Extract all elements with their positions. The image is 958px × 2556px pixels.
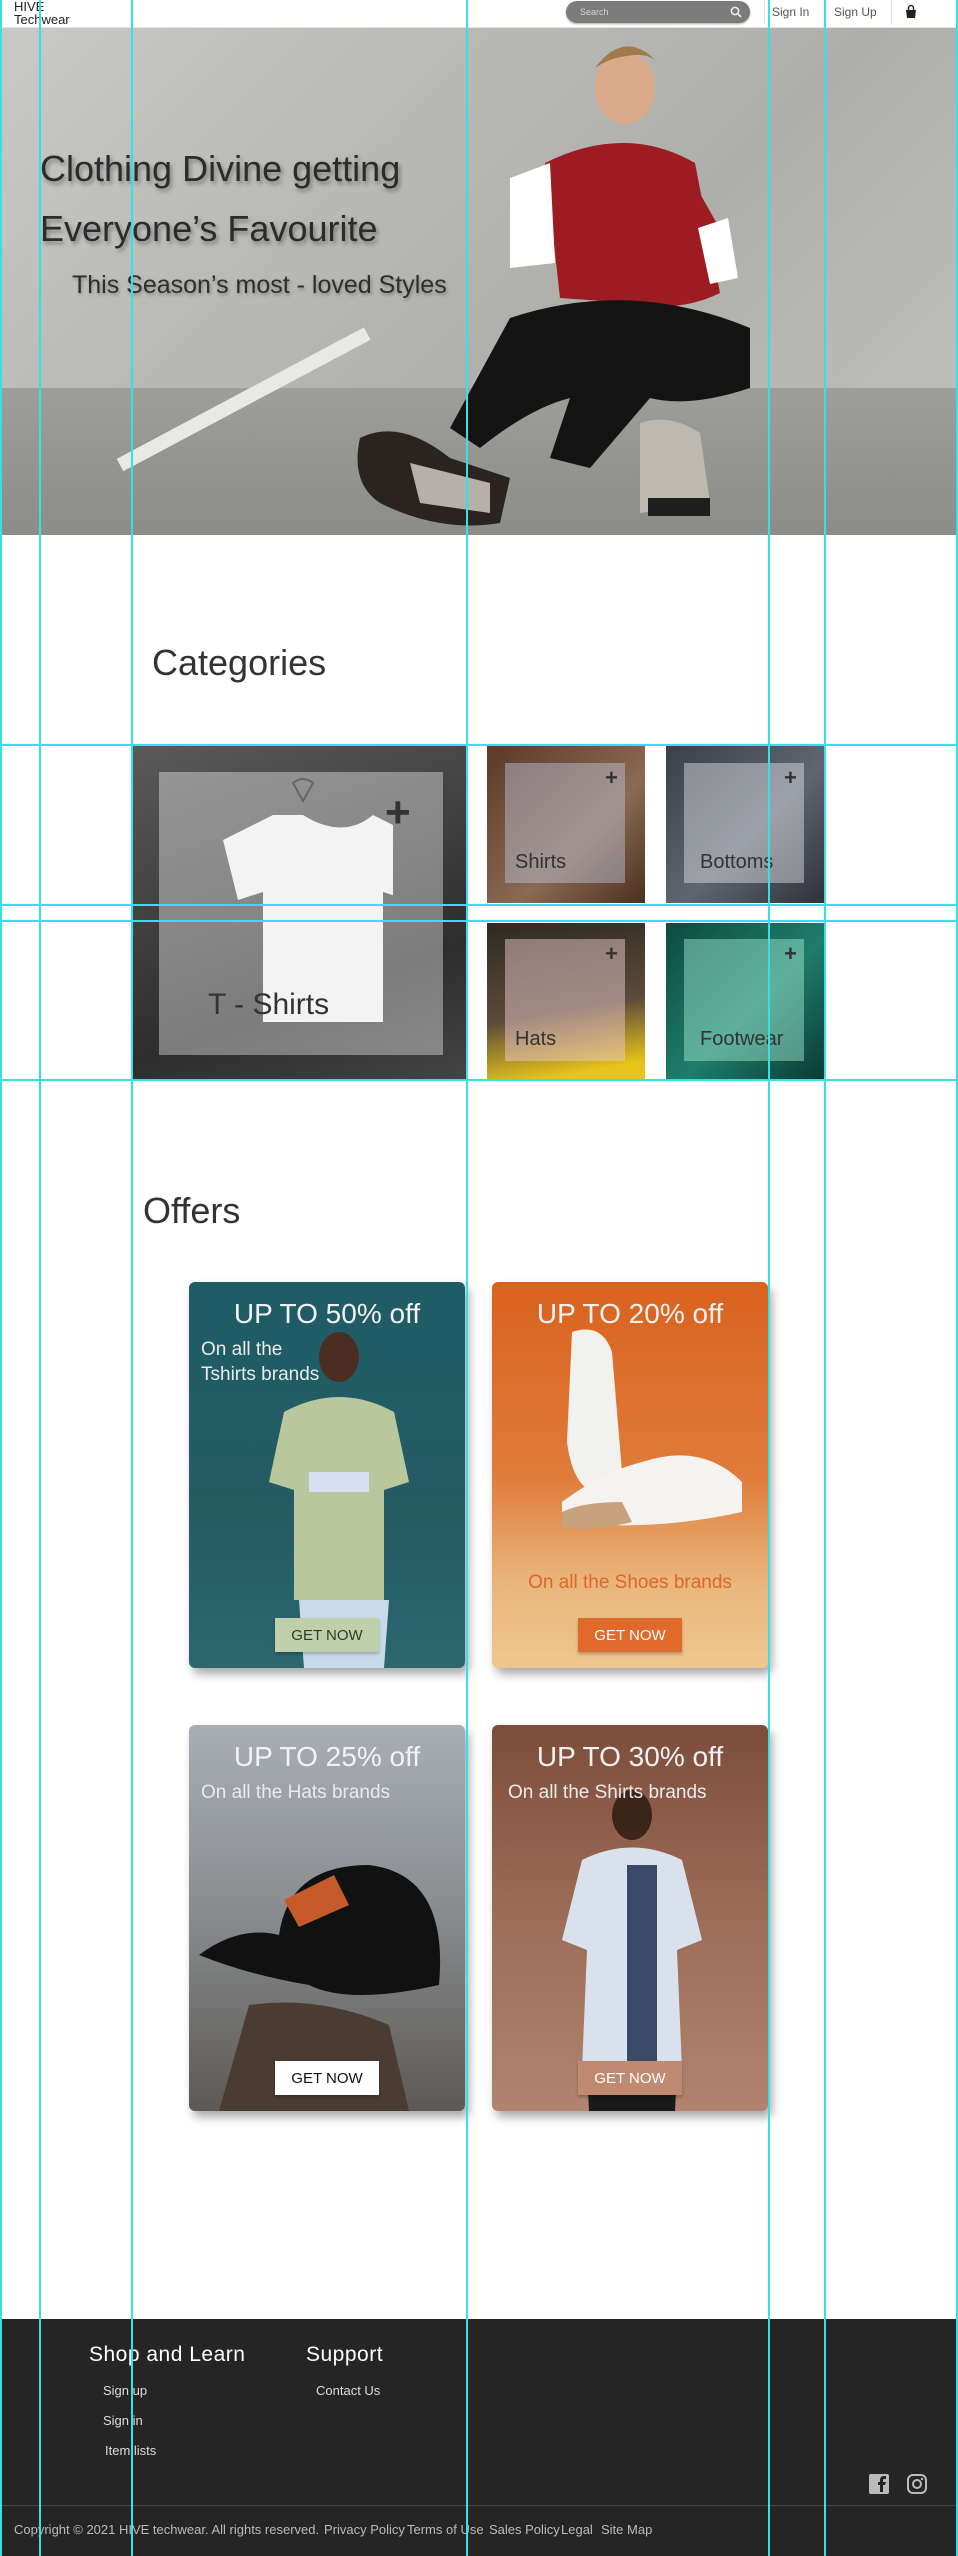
offer-card-tshirts: UP TO 50% off On all the Tshirts brands … (189, 1282, 465, 1668)
sign-in-link[interactable]: Sign In (772, 5, 809, 19)
footer-divider (0, 2505, 958, 2506)
category-tile-tshirts[interactable]: + T - Shirts (133, 745, 466, 1079)
offer-headline: UP TO 50% off (233, 1298, 421, 1329)
category-tile-shirts[interactable]: + Shirts (487, 745, 645, 903)
layout-guide-horizontal (0, 744, 958, 746)
offer-description-line-1: On all the (201, 1339, 283, 1360)
header-divider (764, 0, 765, 24)
offer-headline: UP TO 25% off (233, 1741, 421, 1772)
layout-guide-horizontal (0, 904, 958, 906)
offer-description: On all the Shoes brands (528, 1572, 732, 1593)
category-tile-footwear[interactable]: + Footwear (666, 923, 824, 1079)
search-icon[interactable] (730, 6, 742, 18)
offer-description: On all the Hats brands (201, 1782, 391, 1803)
get-now-button[interactable]: GET NOW (275, 2061, 379, 2095)
category-tile-hats[interactable]: + Hats (487, 923, 645, 1079)
site-footer: Shop and Learn Sign up Sign in Item list… (0, 2319, 958, 2556)
plus-icon[interactable]: + (605, 767, 618, 789)
footer-link-sales-policy[interactable]: Sales Policy (489, 2522, 560, 2537)
footer-copyright: Copyright © 2021 HIVE techwear. All righ… (14, 2522, 320, 2537)
offer-description-line-2: Tshirts brands (201, 1364, 320, 1385)
footer-link-site-map[interactable]: Site Map (601, 2522, 652, 2537)
categories-title: Categories (152, 642, 327, 683)
layout-guide-vertical (768, 0, 770, 2556)
get-now-button[interactable]: GET NOW (275, 1618, 379, 1652)
get-now-button[interactable]: GET NOW (578, 2061, 682, 2095)
footer-link-terms-of-use[interactable]: Terms of Use (407, 2522, 484, 2537)
offer-description: On all the Tshirts brands (201, 1337, 319, 1387)
footer-link-privacy-policy[interactable]: Privacy Policy (324, 2522, 405, 2537)
layout-guide-vertical (131, 0, 133, 2556)
plus-icon[interactable]: + (605, 943, 618, 965)
category-tile-bottoms[interactable]: + Bottoms (666, 745, 824, 903)
footer-link-sign-in[interactable]: Sign in (103, 2413, 143, 2428)
sign-up-link[interactable]: Sign Up (834, 5, 877, 19)
hero-banner: Clothing Divine getting Everyone’s Favou… (0, 28, 958, 535)
footer-support-title: Support (306, 2343, 384, 2366)
layout-guide-vertical (466, 0, 468, 2556)
plus-icon[interactable]: + (784, 767, 797, 789)
layout-guide-vertical (824, 0, 826, 2556)
hero-headline-line-1: Clothing Divine getting (40, 148, 401, 189)
hero-headline-line-2: Everyone’s Favourite (40, 208, 378, 249)
layout-guide-vertical (0, 0, 2, 2556)
offer-card-hats: UP TO 25% off On all the Hats brands GET… (189, 1725, 465, 2111)
footer-link-sign-up[interactable]: Sign up (103, 2383, 147, 2398)
offer-shoes-image (562, 1329, 742, 1529)
plus-icon[interactable]: + (784, 943, 797, 965)
layout-guide-horizontal (0, 1079, 958, 1081)
shopping-bag-icon[interactable] (903, 4, 919, 20)
search-input[interactable] (578, 4, 718, 20)
offer-description: On all the Shirts brands (508, 1782, 707, 1803)
category-label: Shirts (515, 851, 567, 873)
category-label: Hats (515, 1028, 557, 1050)
footer-shop-title: Shop and Learn (89, 2343, 246, 2366)
site-header: HIVE Techwear Sign In Sign Up (0, 0, 958, 28)
footer-link-legal[interactable]: Legal (561, 2522, 593, 2537)
layout-guide-vertical (39, 0, 41, 2556)
offer-headline: UP TO 30% off (536, 1741, 724, 1772)
offer-card-shoes: UP TO 20% off On all the Shoes brands GE… (492, 1282, 768, 1668)
get-now-button[interactable]: GET NOW (578, 1618, 682, 1652)
category-label: T - Shirts (208, 988, 330, 1021)
layout-guide-horizontal (0, 920, 958, 922)
offer-headline: UP TO 20% off (536, 1298, 724, 1329)
logo-line-2: Techwear (14, 12, 70, 27)
header-divider (891, 0, 892, 24)
category-label: Bottoms (700, 851, 774, 873)
offer-card-shirts: UP TO 30% off On all the Shirts brands G… (492, 1725, 768, 2111)
hero-subheadline: This Season’s most - loved Styles (72, 271, 447, 299)
category-label: Footwear (700, 1028, 784, 1050)
search-bar (566, 1, 750, 23)
offers-title: Offers (143, 1190, 241, 1231)
facebook-icon[interactable] (868, 2473, 890, 2495)
footer-link-contact-us[interactable]: Contact Us (316, 2383, 380, 2398)
site-logo[interactable]: HIVE Techwear (14, 0, 70, 26)
instagram-icon[interactable] (906, 2473, 928, 2495)
plus-icon[interactable]: + (385, 791, 411, 835)
